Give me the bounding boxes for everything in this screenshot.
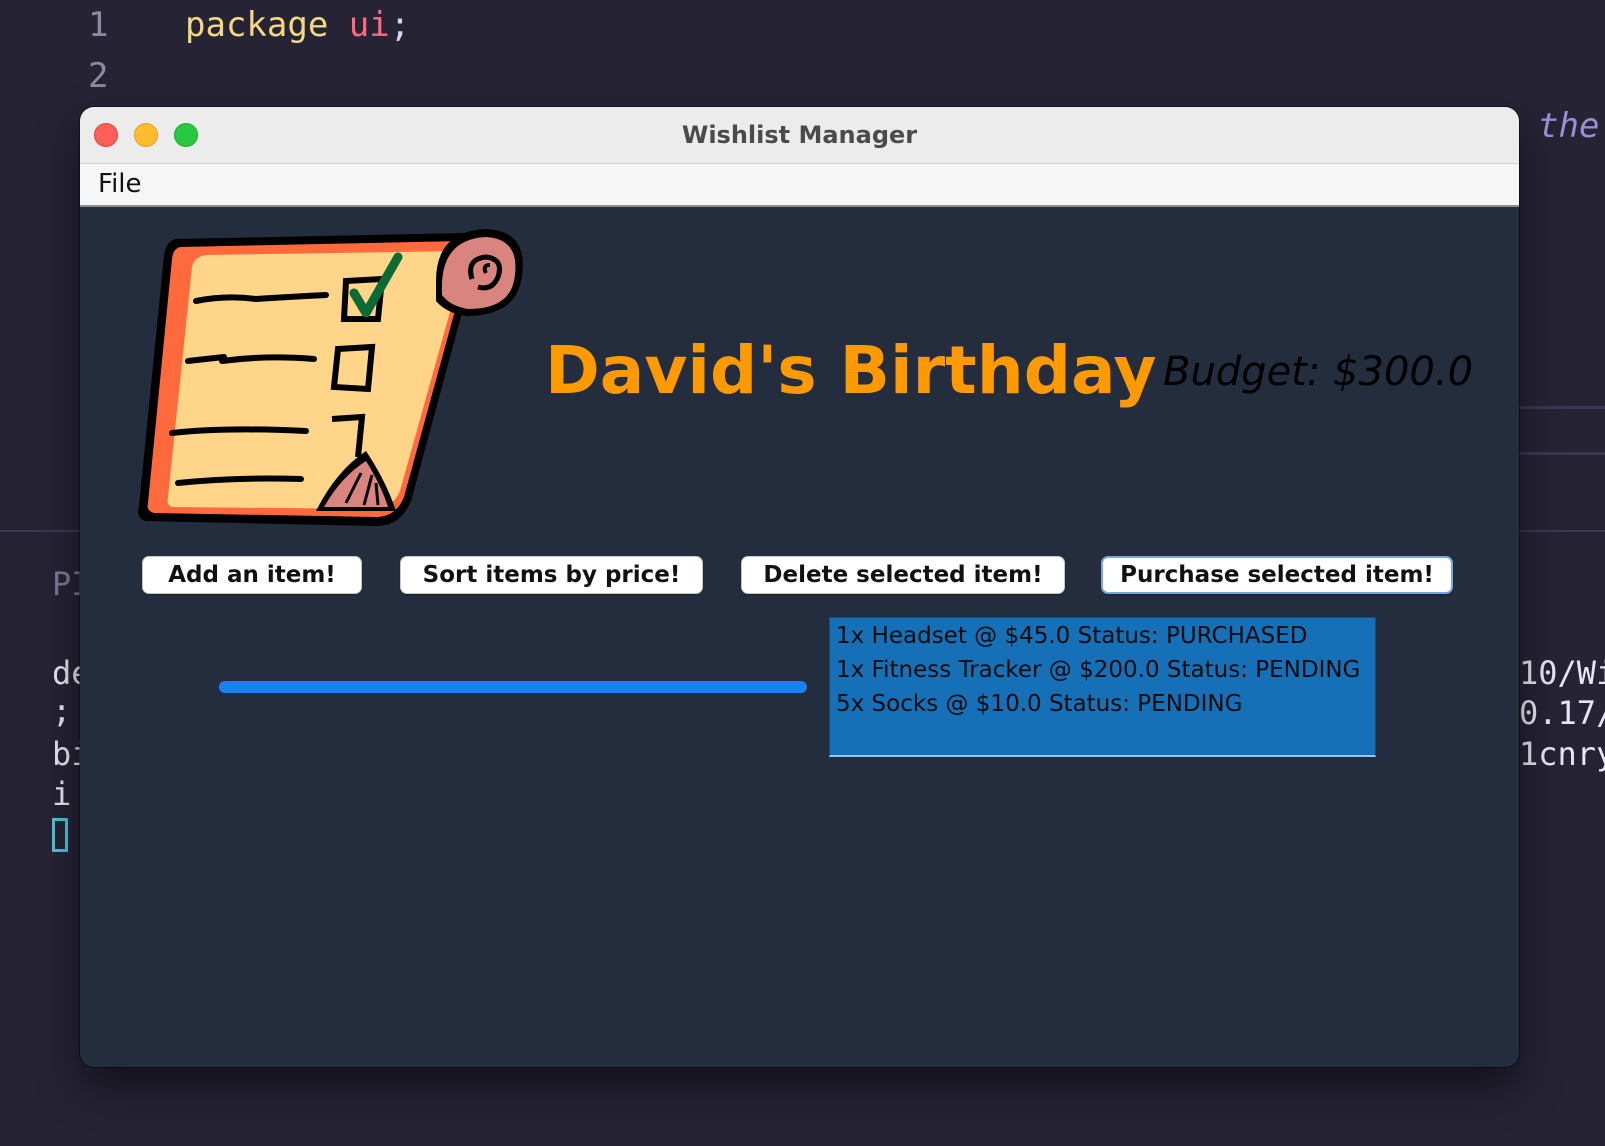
- progress-bar: [219, 681, 807, 693]
- window-title: Wishlist Manager: [681, 121, 918, 149]
- list-item[interactable]: 1x Headset @ $45.0 Status: PURCHASED: [830, 619, 1375, 653]
- terminal-line: 0.17/: [1519, 694, 1605, 732]
- terminal-line: 1cnry: [1519, 735, 1605, 773]
- delete-item-button[interactable]: Delete selected item!: [741, 556, 1065, 594]
- code-package-name: ui: [348, 5, 390, 45]
- terminal-line: i: [52, 775, 72, 813]
- line-number: 1: [88, 5, 109, 45]
- purchase-item-button[interactable]: Purchase selected item!: [1101, 556, 1453, 594]
- wishlist-title: David's Birthday: [545, 332, 1157, 409]
- main-content: David's Birthday Budget: $300.0 Add an i…: [80, 207, 1519, 1067]
- close-icon[interactable]: [94, 123, 118, 147]
- menu-file[interactable]: File: [98, 164, 142, 205]
- maximize-icon[interactable]: [174, 123, 198, 147]
- list-item[interactable]: 1x Fitness Tracker @ $200.0 Status: PEND…: [830, 653, 1375, 687]
- editor-selection-line: [1519, 406, 1605, 409]
- line-number: 2: [88, 56, 109, 96]
- wishlist-items-list[interactable]: 1x Headset @ $45.0 Status: PURCHASED 1x …: [829, 617, 1376, 757]
- code-semicolon: ;: [389, 5, 411, 45]
- editor-selection-line: [1519, 452, 1605, 455]
- wishlist-scroll-logo: [138, 229, 523, 526]
- code-keyword: package: [185, 5, 329, 45]
- minimize-icon[interactable]: [134, 123, 158, 147]
- terminal-line: ;: [52, 692, 72, 730]
- menu-bar: File: [80, 164, 1519, 207]
- budget-label: Budget: $300.0: [1163, 349, 1474, 395]
- code-comment-fragment: the: [1538, 106, 1600, 146]
- title-bar[interactable]: Wishlist Manager: [80, 107, 1519, 164]
- add-item-button[interactable]: Add an item!: [142, 556, 362, 594]
- code-line: package ui;: [185, 5, 410, 45]
- sort-by-price-button[interactable]: Sort items by price!: [400, 556, 703, 594]
- wishlist-window: Wishlist Manager File David's Birthday B…: [80, 107, 1519, 1067]
- terminal-line: 10/Wi: [1519, 654, 1605, 692]
- list-item[interactable]: 5x Socks @ $10.0 Status: PENDING: [830, 687, 1375, 721]
- terminal-cursor: [52, 818, 68, 852]
